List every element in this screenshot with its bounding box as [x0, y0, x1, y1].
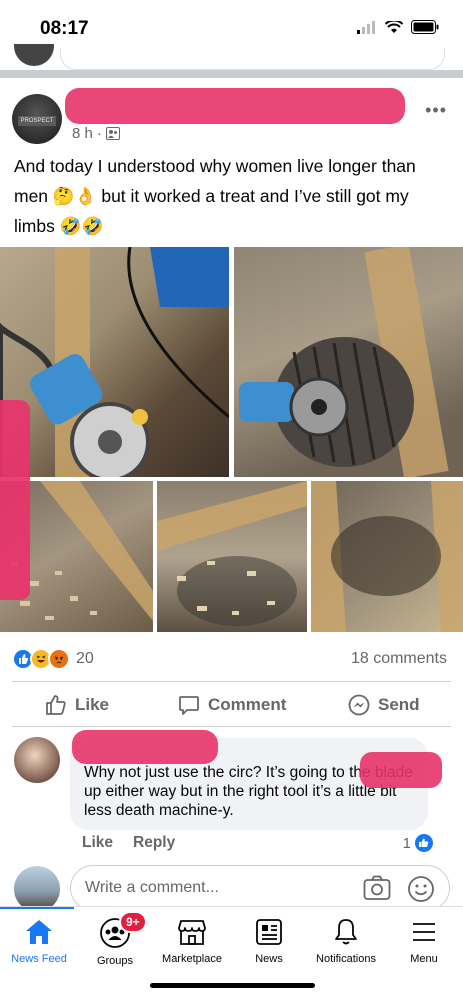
emoji-icon[interactable]: [407, 875, 435, 903]
comments-count[interactable]: 18 comments: [351, 650, 447, 668]
post-photo-1[interactable]: [0, 247, 229, 477]
home-icon: [26, 920, 52, 944]
tab-news[interactable]: News: [229, 917, 309, 965]
previous-comment-input[interactable]: [60, 48, 445, 70]
camera-icon[interactable]: [363, 875, 391, 901]
commenter-avatar[interactable]: [14, 737, 60, 783]
comment-button[interactable]: Comment: [178, 694, 286, 716]
like-button[interactable]: Like: [45, 694, 109, 716]
like-reaction-icon: [415, 834, 433, 852]
comment-icon: [179, 696, 199, 715]
messenger-icon: [348, 694, 370, 716]
battery-icon: [411, 20, 439, 34]
wood-chips-illustration: [157, 481, 307, 626]
news-icon: [256, 919, 282, 945]
status-time: 08:17: [40, 18, 89, 39]
post-timestamp[interactable]: 8 h: [72, 125, 93, 142]
comment-actions: Like Reply: [82, 834, 175, 852]
post-text-line: limbs 🤣🤣: [14, 216, 104, 236]
tab-menu[interactable]: Menu: [384, 917, 463, 965]
send-button[interactable]: Send: [348, 694, 420, 716]
more-options-button[interactable]: •••: [425, 100, 447, 121]
reaction-count: 20: [76, 650, 94, 667]
like-icon: [46, 695, 66, 715]
tab-news-feed[interactable]: News Feed: [0, 917, 79, 965]
angry-reaction-icon: [48, 648, 70, 670]
comment-like-button[interactable]: Like: [82, 834, 113, 852]
comment-like-number: 1: [402, 834, 411, 852]
stump-grinding-illustration: [239, 247, 449, 477]
write-comment-placeholder: Write a comment...: [85, 879, 219, 896]
signal-icon: [357, 20, 375, 34]
friends-icon: [105, 127, 120, 140]
post-text-line: men 🤔👌 but it worked a treat and I’ve st…: [14, 186, 409, 206]
redacted-author-name: [65, 88, 405, 124]
home-indicator: [150, 983, 315, 988]
previous-post-composer: [0, 40, 463, 70]
write-comment-input[interactable]: Write a comment...: [70, 865, 450, 911]
soil-illustration: [311, 481, 463, 632]
tab-label: News Feed: [11, 953, 67, 965]
avatar: [14, 44, 54, 66]
post-text-line: And today I understood why women live lo…: [14, 156, 416, 176]
post-photo-4[interactable]: [157, 481, 307, 632]
author-avatar[interactable]: PROSPECT: [12, 94, 62, 144]
meta-dot: ·: [96, 125, 102, 142]
avatar-badge: PROSPECT: [18, 116, 56, 126]
redaction-mark: [0, 400, 30, 600]
redacted-commenter-name: [72, 730, 218, 764]
tab-label: Groups: [96, 955, 134, 967]
tab-marketplace[interactable]: Marketplace: [152, 917, 232, 965]
comment-label: Comment: [208, 695, 287, 714]
post-photo-2[interactable]: [234, 247, 463, 477]
divider: [12, 681, 451, 682]
feed-divider: [0, 70, 463, 78]
tab-groups[interactable]: 9+ Groups: [75, 911, 155, 967]
redaction-mark: [360, 752, 442, 788]
post-text: And today I understood why women live lo…: [14, 151, 454, 241]
send-label: Send: [378, 695, 420, 714]
marketplace-icon: [178, 920, 206, 945]
comment-reply-button[interactable]: Reply: [133, 834, 175, 852]
post-photo-5[interactable]: [311, 481, 463, 632]
angle-grinder-illustration: [0, 247, 229, 477]
post-actions: Like Comment Send: [0, 688, 463, 722]
menu-icon: [413, 923, 435, 941]
divider: [12, 726, 451, 727]
bell-icon: [335, 919, 357, 945]
tab-notifications[interactable]: Notifications: [306, 917, 386, 965]
tab-label: News: [255, 953, 283, 965]
like-label: Like: [75, 695, 110, 714]
reactions-summary[interactable]: 20: [12, 648, 94, 670]
active-tab-indicator: [0, 907, 74, 909]
notification-badge: 9+: [119, 911, 147, 933]
bottom-tab-bar: News Feed 9+ Groups Marketplace News Not…: [0, 906, 463, 1000]
comment-like-count[interactable]: 1: [403, 834, 433, 852]
post-header: PROSPECT 8 h · •••: [0, 88, 463, 148]
tab-label: Notifications: [316, 953, 376, 965]
post-meta: 8 h ·: [72, 125, 120, 142]
tab-label: Menu: [410, 953, 438, 965]
tab-label: Marketplace: [162, 953, 222, 965]
wifi-icon: [385, 20, 403, 33]
status-icons: [357, 20, 439, 34]
